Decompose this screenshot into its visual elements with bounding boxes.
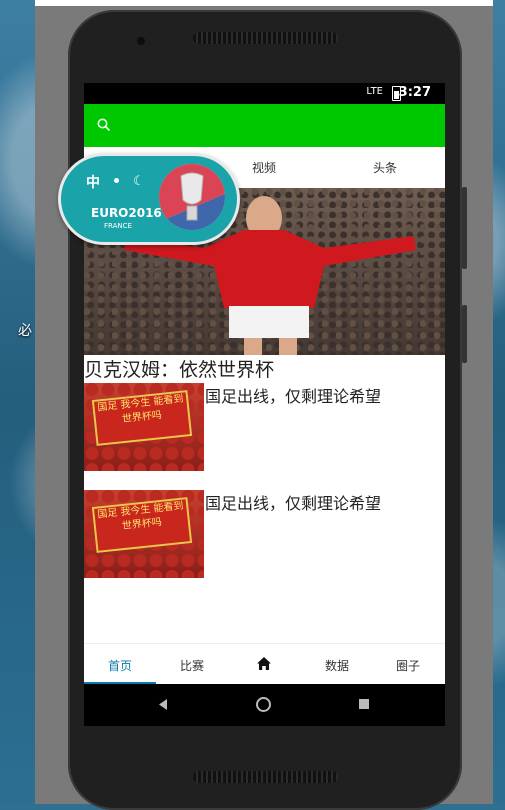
news-item[interactable]: 国足 我今生 能看到世界杯吗 国足出线，仅剩理论希望 <box>84 383 445 473</box>
euro-logo-icon <box>159 164 225 230</box>
language-toggle[interactable]: 中 <box>86 172 100 192</box>
bottom-speaker <box>193 771 338 783</box>
power-button[interactable] <box>462 187 467 269</box>
news-title[interactable]: 国足出线，仅剩理论希望 <box>205 383 381 407</box>
home-icon[interactable] <box>256 656 272 671</box>
front-camera <box>137 37 145 45</box>
back-icon[interactable] <box>157 698 169 711</box>
top-speaker <box>193 32 338 44</box>
emulator-title-strip <box>35 0 493 6</box>
mic-icon[interactable] <box>114 178 119 183</box>
search-icon[interactable] <box>97 118 111 132</box>
moon-icon[interactable]: ☾ <box>133 174 145 189</box>
nav-data[interactable]: 数据 <box>325 657 349 674</box>
tab-headlines[interactable]: 头条 <box>373 159 397 176</box>
news-thumbnail: 国足 我今生 能看到世界杯吗 <box>84 383 204 471</box>
news-item[interactable]: 国足 我今生 能看到世界杯吗 国足出线，仅剩理论希望 <box>84 490 445 580</box>
system-navigation-bar <box>84 684 445 726</box>
euro-logo-text: EURO2016 <box>91 206 162 220</box>
nav-matches[interactable]: 比赛 <box>180 657 204 674</box>
news-title[interactable]: 国足出线，仅剩理论希望 <box>205 490 381 514</box>
volume-button[interactable] <box>462 305 467 363</box>
clock: 3:27 <box>398 85 431 100</box>
nav-circle[interactable]: 圈子 <box>396 657 420 674</box>
tab-video[interactable]: 视频 <box>252 159 276 176</box>
hero-title[interactable]: 贝克汉姆：依然世界杯 <box>84 355 274 382</box>
nav-home[interactable]: 首页 <box>108 657 132 674</box>
recents-icon[interactable] <box>358 698 370 710</box>
home-button-icon[interactable] <box>255 696 272 713</box>
network-icon: LTE <box>366 86 383 97</box>
euro2016-floating-badge[interactable]: 中 ☾ EURO2016 FRANCE <box>58 153 240 245</box>
desktop-icon-label[interactable]: 必 <box>18 320 32 340</box>
fan-banner: 国足 我今生 能看到世界杯吗 <box>91 497 193 553</box>
search-bar[interactable] <box>84 104 445 147</box>
euro-logo-subtitle: FRANCE <box>104 222 132 230</box>
fan-banner: 国足 我今生 能看到世界杯吗 <box>91 390 193 446</box>
bottom-navigation: 首页 比赛 数据 圈子 <box>84 643 445 685</box>
news-thumbnail: 国足 我今生 能看到世界杯吗 <box>84 490 204 578</box>
status-bar: LTE 3:27 <box>84 83 445 104</box>
